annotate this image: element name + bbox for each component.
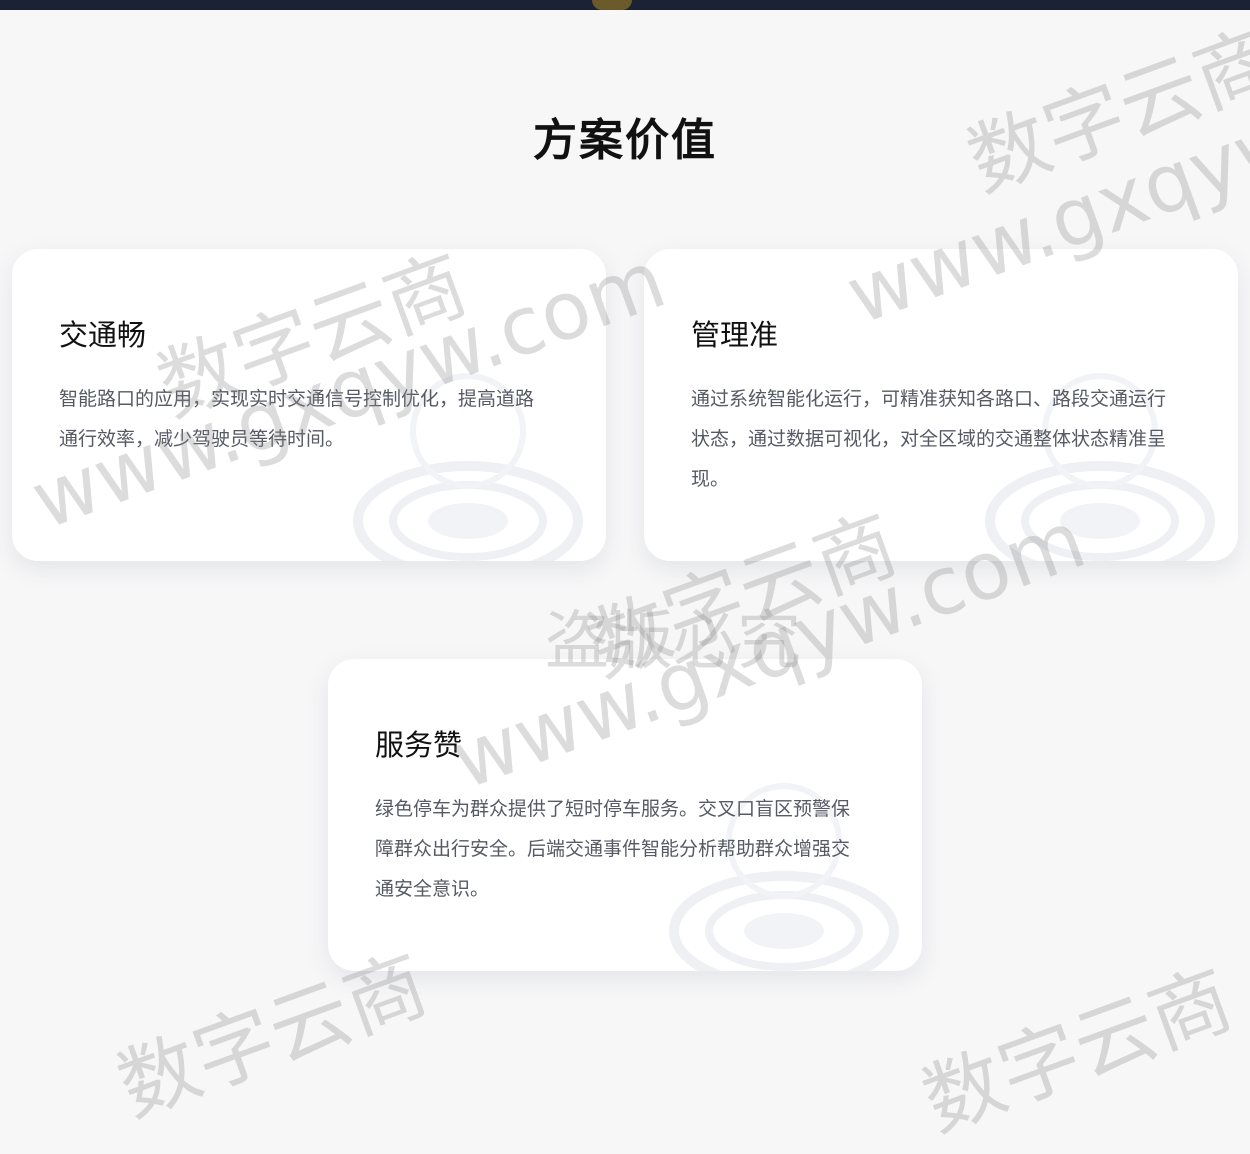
value-card-traffic: 交通畅 智能路口的应用，实现实时交通信号控制优化，提高道路通行效率，减少驾驶员等… [12,249,606,561]
value-card-service: 服务赞 绿色停车为群众提供了短时停车服务。交叉口盲区预警保障群众出行安全。后端交… [328,659,922,971]
value-card-management: 管理准 通过系统智能化运行，可精准获知各路口、路段交通运行状态，通过数据可视化，… [644,249,1238,561]
card-title: 管理准 [691,318,779,352]
card-description: 智能路口的应用，实现实时交通信号控制优化，提高道路通行效率，减少驾驶员等待时间。 [59,388,535,450]
card-title: 服务赞 [375,728,463,762]
section-title: 方案价值 [533,115,717,166]
card-title: 交通畅 [59,318,147,352]
watermark-brand: 数字云商 [911,952,1244,1150]
card-description: 通过系统智能化运行，可精准获知各路口、路段交通运行状态，通过数据可视化，对全区域… [691,388,1167,490]
top-banner-accent [592,0,632,10]
card-description: 绿色停车为群众提供了短时停车服务。交叉口盲区预警保障群众出行安全。后端交通事件智… [375,798,851,900]
